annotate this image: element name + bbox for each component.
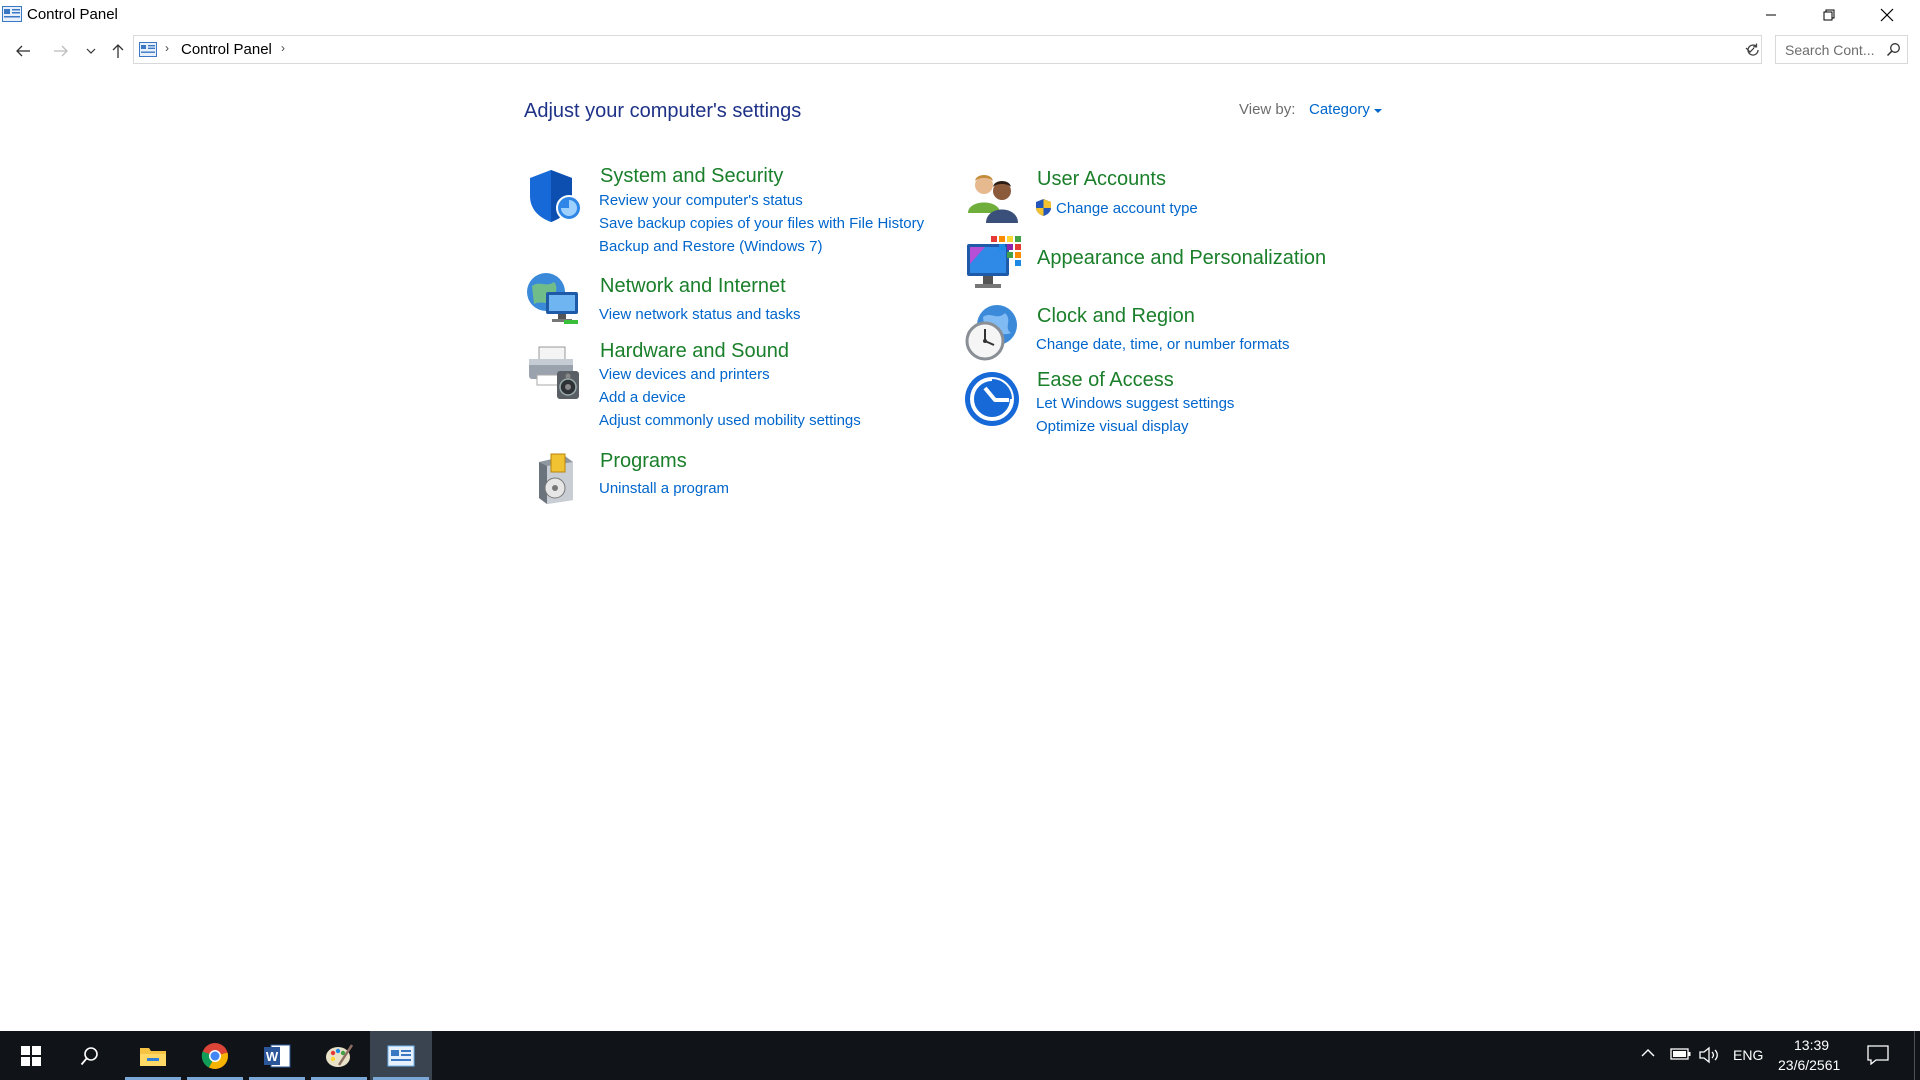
breadcrumb-separator-icon[interactable]: › <box>281 41 285 55</box>
file-explorer-icon <box>140 1047 166 1066</box>
address-bar[interactable]: › Control Panel › <box>133 35 1762 64</box>
minimize-button[interactable] <box>1742 0 1800 30</box>
shield-icon[interactable] <box>526 166 584 224</box>
category-ease-of-access[interactable]: Ease of Access <box>1037 369 1174 392</box>
view-by-value[interactable]: Category <box>1309 101 1370 118</box>
view-by-dropdown[interactable]: Category <box>1309 101 1382 118</box>
chevron-down-icon <box>86 48 96 54</box>
word-icon: W <box>264 1044 291 1067</box>
category-system-and-security[interactable]: System and Security <box>600 165 783 188</box>
control-panel-icon <box>387 1045 415 1066</box>
restore-icon <box>1823 9 1835 21</box>
close-icon <box>1880 8 1894 22</box>
minimize-icon <box>1766 14 1776 16</box>
volume-icon[interactable] <box>1698 1046 1720 1064</box>
refresh-icon <box>1747 43 1759 56</box>
ease-of-access-icon[interactable] <box>963 370 1021 428</box>
paint-icon <box>326 1043 353 1067</box>
breadcrumb-separator-icon[interactable]: › <box>165 41 169 55</box>
link-optimize-visual-display[interactable]: Optimize visual display <box>1036 418 1189 435</box>
back-button[interactable] <box>12 40 34 62</box>
category-clock-and-region[interactable]: Clock and Region <box>1037 305 1195 328</box>
arrow-right-icon <box>54 45 68 57</box>
link-review-computer-status[interactable]: Review your computer's status <box>599 192 803 209</box>
svg-text:W: W <box>266 1049 279 1064</box>
control-panel-icon <box>139 42 157 57</box>
search-icon[interactable] <box>1886 42 1901 57</box>
notifications-icon[interactable] <box>1867 1045 1889 1065</box>
taskbar-chrome[interactable] <box>184 1031 246 1080</box>
start-button[interactable] <box>0 1031 62 1080</box>
clock-date[interactable]: 23/6/2561 <box>1778 1057 1840 1073</box>
monitor-palette-icon[interactable] <box>965 234 1023 292</box>
arrow-up-icon <box>112 44 124 58</box>
recent-locations-button[interactable] <box>81 40 101 62</box>
link-mobility-settings[interactable]: Adjust commonly used mobility settings <box>599 412 861 429</box>
breadcrumb-control-panel[interactable]: Control Panel <box>181 41 272 58</box>
search-box[interactable]: Search Cont... <box>1775 35 1908 64</box>
link-change-account-type[interactable]: Change account type <box>1056 200 1198 217</box>
link-backup-and-restore[interactable]: Backup and Restore (Windows 7) <box>599 238 822 255</box>
link-view-devices-and-printers[interactable]: View devices and printers <box>599 366 770 383</box>
link-add-a-device[interactable]: Add a device <box>599 389 686 406</box>
taskbar-word[interactable]: W <box>246 1031 308 1080</box>
clock-time[interactable]: 13:39 <box>1794 1037 1829 1053</box>
link-let-windows-suggest-settings[interactable]: Let Windows suggest settings <box>1036 395 1234 412</box>
network-globe-icon[interactable] <box>524 270 582 328</box>
show-desktop-button[interactable] <box>1914 1031 1915 1080</box>
taskbar-control-panel[interactable] <box>370 1031 432 1080</box>
taskbar-file-explorer[interactable] <box>122 1031 184 1080</box>
window-title: Control Panel <box>27 6 118 23</box>
arrow-left-icon <box>16 45 30 57</box>
restore-button[interactable] <box>1800 0 1858 30</box>
clock-globe-icon[interactable] <box>963 303 1021 361</box>
forward-button[interactable] <box>50 40 72 62</box>
chrome-icon <box>201 1042 228 1069</box>
search-icon <box>80 1046 98 1065</box>
taskbar: W ENG 13:39 23/6/2561 <box>0 1031 1920 1080</box>
refresh-button[interactable] <box>1742 38 1764 62</box>
control-panel-icon <box>2 6 22 22</box>
input-language-indicator[interactable]: ENG <box>1733 1047 1763 1063</box>
users-icon[interactable] <box>964 169 1022 227</box>
start-icon <box>21 1045 41 1066</box>
link-file-history-backup[interactable]: Save backup copies of your files with Fi… <box>599 215 924 232</box>
close-button[interactable] <box>1858 0 1916 30</box>
category-hardware-and-sound[interactable]: Hardware and Sound <box>600 340 789 363</box>
programs-box-icon[interactable] <box>527 448 585 506</box>
uac-shield-icon <box>1036 199 1051 216</box>
up-button[interactable] <box>107 40 129 62</box>
category-user-accounts[interactable]: User Accounts <box>1037 168 1166 191</box>
taskbar-search-button[interactable] <box>59 1031 121 1080</box>
category-appearance-and-personalization[interactable]: Appearance and Personalization <box>1037 247 1326 270</box>
show-hidden-icons-chevron-up-icon[interactable] <box>1641 1048 1655 1058</box>
link-view-network-status[interactable]: View network status and tasks <box>599 306 801 323</box>
category-programs[interactable]: Programs <box>600 450 687 473</box>
title-bar: Control Panel <box>0 0 1920 30</box>
view-by-label: View by: <box>1239 101 1296 118</box>
category-network-and-internet[interactable]: Network and Internet <box>600 275 786 298</box>
battery-icon[interactable] <box>1670 1046 1692 1062</box>
printer-speaker-icon[interactable] <box>525 343 583 401</box>
link-change-date-time-formats[interactable]: Change date, time, or number formats <box>1036 336 1289 353</box>
taskbar-paint[interactable] <box>308 1031 370 1080</box>
search-placeholder[interactable]: Search Cont... <box>1785 42 1875 58</box>
caret-down-icon[interactable] <box>1373 108 1382 113</box>
link-uninstall-a-program[interactable]: Uninstall a program <box>599 480 729 497</box>
page-title: Adjust your computer's settings <box>524 100 802 122</box>
